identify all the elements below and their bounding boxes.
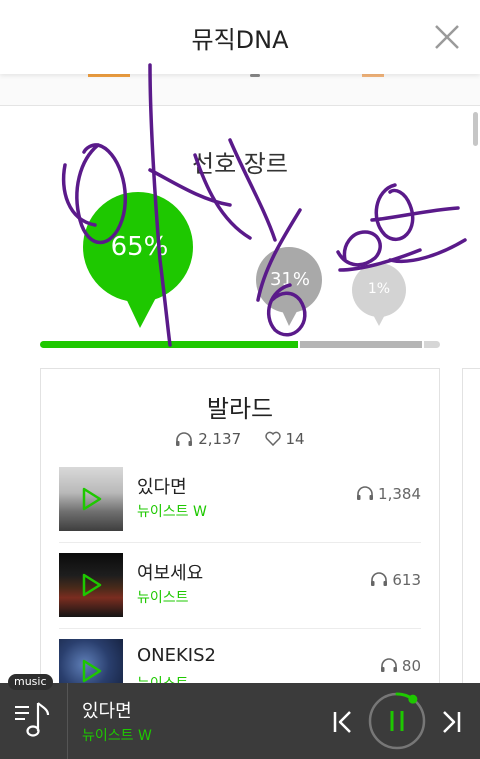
heart-icon <box>265 431 281 446</box>
next-icon <box>443 711 461 733</box>
track-row[interactable]: 여보세요 뉴이스트 613 <box>59 543 421 629</box>
track-plays: 80 <box>380 657 421 675</box>
now-playing-artist[interactable]: 뉴이스트 W <box>82 725 152 745</box>
mini-player[interactable]: 있다면 뉴이스트 W <box>0 683 480 759</box>
track-plays: 1,384 <box>356 485 421 503</box>
genre-stats: 2,137 14 <box>41 429 439 448</box>
track-title: ONEKIS2 <box>137 645 216 666</box>
genre-card[interactable]: 발라드 2,137 14 있다면 뉴이스트 W 1,384 여보세요 뉴이스트 … <box>40 368 440 703</box>
track-title: 여보세요 <box>137 563 204 584</box>
next-genre-card[interactable] <box>462 368 480 698</box>
track-artist[interactable]: 뉴이스트 W <box>137 501 207 521</box>
handwriting-scribble <box>61 63 467 347</box>
headphones-icon <box>357 486 374 500</box>
now-playing-title[interactable]: 있다면 <box>82 697 132 723</box>
play-count: 613 <box>392 571 421 589</box>
play-icon[interactable] <box>81 573 103 597</box>
genre-name: 발라드 <box>206 395 274 423</box>
pause-button[interactable] <box>366 690 428 752</box>
track-artist[interactable]: 뉴이스트 <box>137 587 189 607</box>
play-count: 1,384 <box>378 485 421 503</box>
play-icon[interactable] <box>81 659 103 683</box>
pause-icon <box>368 692 426 750</box>
progress-knob <box>408 694 418 704</box>
headphones-icon <box>176 431 193 446</box>
track-row[interactable]: 있다면 뉴이스트 W 1,384 <box>59 457 421 543</box>
page-title: 뮤직DNA <box>191 26 289 54</box>
track-plays: 613 <box>370 571 421 589</box>
playlist-icon <box>15 702 50 737</box>
next-button[interactable] <box>438 709 464 735</box>
previous-button[interactable] <box>330 709 356 735</box>
divider <box>67 683 68 759</box>
previous-icon <box>333 711 351 733</box>
listen-count: 2,137 <box>198 429 242 448</box>
headphones-icon <box>371 572 388 586</box>
close-icon <box>435 25 459 49</box>
close-button[interactable] <box>432 22 462 52</box>
playlist-button[interactable] <box>12 697 56 741</box>
album-art[interactable] <box>59 553 123 617</box>
track-title: 있다면 <box>137 477 187 498</box>
like-count: 14 <box>285 429 305 448</box>
play-count: 80 <box>401 657 421 675</box>
music-badge: music <box>8 674 53 690</box>
headphones-icon <box>380 658 397 672</box>
play-icon[interactable] <box>81 487 103 511</box>
album-art[interactable] <box>59 467 123 531</box>
